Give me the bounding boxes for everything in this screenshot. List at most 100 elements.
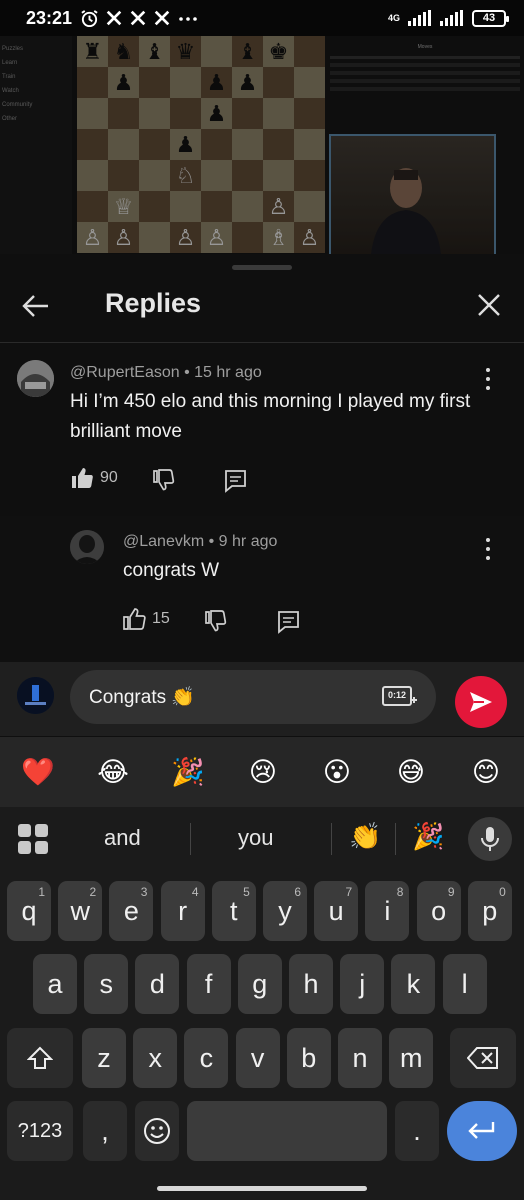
key-w[interactable]: w2 (58, 881, 103, 941)
reply-input[interactable]: Congrats 👏 0:12 (70, 670, 436, 724)
apps-grid-icon[interactable] (18, 824, 48, 854)
x-logo-icon (130, 10, 146, 26)
key-number-hint: 7 (345, 885, 353, 899)
battery-icon: 43 (472, 9, 509, 27)
key-o[interactable]: o9 (416, 881, 461, 941)
send-button[interactable] (455, 676, 507, 728)
key-letter: t (230, 895, 238, 926)
key-y[interactable]: y6 (263, 881, 307, 941)
send-icon (470, 692, 492, 712)
close-icon[interactable] (474, 290, 504, 320)
video-player[interactable]: Puzzles Learn Train Watch Community Othe… (0, 36, 524, 254)
emoji-laugh-button[interactable]: 😂 (96, 755, 130, 789)
emoji-sweat-smile-button[interactable]: 😅 (394, 755, 428, 789)
avatar[interactable] (70, 530, 104, 564)
comment-author[interactable]: @RupertEason (70, 364, 180, 381)
suggestion-word[interactable]: and (104, 825, 141, 851)
thumbs-down-icon[interactable] (204, 609, 228, 633)
key-letter: q (21, 895, 37, 926)
suggestion-emoji[interactable]: 👏 (349, 821, 381, 852)
thumbs-down-icon[interactable] (152, 468, 176, 492)
smiley-icon (144, 1118, 170, 1144)
key-k[interactable]: k (391, 954, 436, 1014)
period-key[interactable]: . (395, 1101, 439, 1161)
key-z[interactable]: z (82, 1028, 126, 1088)
key-r[interactable]: r4 (160, 881, 205, 941)
numbers-key[interactable]: ?123 (7, 1101, 73, 1161)
suggestion-divider (190, 823, 191, 855)
suggestion-bar: and you 👏 🎉 (0, 807, 524, 869)
emoji-cry-button[interactable]: 😢 (246, 755, 280, 789)
key-c[interactable]: c (184, 1028, 229, 1088)
reply-comment-icon[interactable] (276, 609, 301, 634)
key-s[interactable]: s (84, 954, 129, 1014)
thumbs-up-icon (72, 468, 93, 488)
suggestion-emoji[interactable]: 🎉 (412, 821, 444, 852)
key-m[interactable]: m (389, 1028, 434, 1088)
key-n[interactable]: n (338, 1028, 382, 1088)
key-number-hint: 9 (447, 885, 455, 899)
key-number-hint: 2 (89, 885, 97, 899)
microphone-icon (481, 827, 499, 851)
key-e[interactable]: e3 (109, 881, 154, 941)
key-x[interactable]: x (133, 1028, 178, 1088)
video-dim-overlay (0, 36, 524, 254)
more-options-icon[interactable] (484, 368, 492, 390)
shift-key[interactable] (7, 1028, 73, 1088)
key-h[interactable]: h (289, 954, 333, 1014)
key-g[interactable]: g (237, 954, 282, 1014)
key-a[interactable]: a (33, 954, 77, 1014)
key-u[interactable]: u7 (314, 881, 359, 941)
avatar-image (17, 360, 54, 397)
key-number-hint: 6 (294, 885, 301, 899)
comment-time: 9 hr ago (218, 533, 278, 550)
suggestion-divider (395, 823, 396, 855)
key-d[interactable]: d (135, 954, 180, 1014)
key-number-hint: 8 (396, 885, 404, 899)
enter-key[interactable] (447, 1101, 517, 1161)
key-l[interactable]: l (442, 954, 487, 1014)
replies-header: Replies (0, 270, 524, 342)
comment-author[interactable]: @Lanevkm (123, 533, 204, 550)
key-f[interactable]: f (186, 954, 231, 1014)
avatar[interactable] (17, 360, 54, 397)
key-letter: e (123, 895, 139, 926)
parent-comment: @RupertEason • 15 hr ago Hi I’m 450 elo … (0, 342, 524, 516)
more-dots-icon (179, 17, 197, 21)
key-q[interactable]: q1 (7, 881, 51, 941)
back-arrow-icon[interactable] (20, 290, 52, 322)
like-button[interactable]: 90 (70, 466, 118, 490)
key-v[interactable]: v (235, 1028, 280, 1088)
like-button[interactable]: 15 (122, 607, 170, 631)
page-title: Replies (105, 288, 202, 318)
timestamp-clip-icon[interactable]: 0:12 (382, 685, 418, 711)
emoji-key[interactable] (135, 1101, 179, 1161)
suggestion-word[interactable]: you (238, 825, 273, 851)
key-letter: r (178, 895, 188, 926)
comma-key[interactable]: , (83, 1101, 127, 1161)
emoji-smile-button[interactable]: 😊 (469, 755, 503, 789)
reply-input-value[interactable]: Congrats 👏 (89, 685, 195, 709)
key-letter: i (384, 895, 391, 926)
key-letter: o (431, 895, 447, 926)
key-i[interactable]: i8 (365, 881, 410, 941)
user-avatar (17, 677, 54, 714)
reply-comment-icon[interactable] (223, 468, 248, 493)
home-indicator[interactable] (157, 1186, 367, 1191)
x-logo-icon (106, 10, 122, 26)
key-b[interactable]: b (286, 1028, 331, 1088)
key-letter: w (70, 895, 90, 926)
key-j[interactable]: j (340, 954, 385, 1014)
emoji-wow-button[interactable]: 😮 (320, 755, 354, 789)
emoji-party-button[interactable]: 🎉 (171, 755, 205, 789)
key-t[interactable]: t5 (211, 881, 256, 941)
backspace-key[interactable] (450, 1028, 516, 1088)
more-options-icon[interactable] (484, 538, 492, 560)
key-number-hint: 4 (191, 885, 199, 899)
emoji-heart-button[interactable]: ❤️ (21, 755, 55, 789)
key-p[interactable]: p0 (467, 881, 512, 941)
on-screen-keyboard: and you 👏 🎉 q1w2e3r4t5y6u7i8o9p0 asdfghj… (0, 807, 524, 1200)
microphone-button[interactable] (468, 817, 512, 861)
space-key[interactable] (187, 1101, 387, 1161)
comment-meta: @RupertEason • 15 hr ago (70, 364, 262, 381)
